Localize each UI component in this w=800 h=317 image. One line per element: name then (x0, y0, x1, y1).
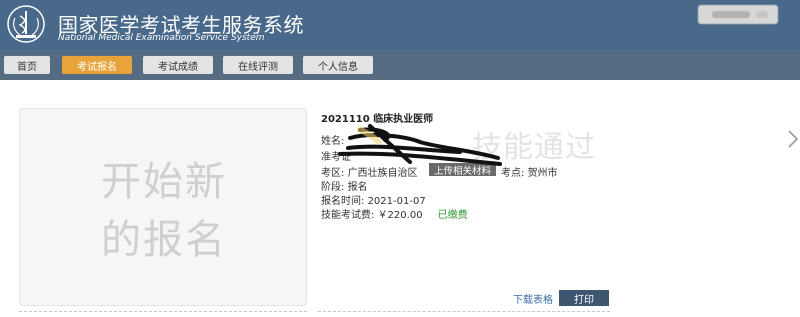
blurred-user-action (756, 11, 768, 18)
medical-exam-emblem-icon (7, 5, 45, 43)
stage-row: 阶段: 报名 (321, 178, 368, 193)
site-header: 国家医学考试考生服务系统 National Medical Examinatio… (0, 0, 800, 50)
new-registration-card[interactable]: 开始新 的报名 (19, 108, 307, 306)
new-registration-line2: 的报名 (101, 217, 227, 263)
region-row: 考区: 广西壮族自治区 (321, 164, 418, 179)
exam-title: 2021110 临床执业医师 (321, 114, 434, 125)
fee-paid-status: 已缴费 (437, 210, 468, 221)
fee-label: 技能考试费: (321, 210, 375, 221)
site-value: 贺州市 (527, 168, 558, 179)
print-button[interactable]: 打印 (559, 290, 609, 306)
chevron-right-icon[interactable] (786, 128, 800, 150)
nav-exam-scores[interactable]: 考试成绩 (143, 56, 213, 74)
reg-time-row: 报名时间: 2021-01-07 (321, 192, 426, 207)
nav-personal-info[interactable]: 个人信息 (303, 56, 373, 74)
site-label: 考点: (501, 168, 525, 179)
nav-online-assessment[interactable]: 在线评测 (223, 56, 293, 74)
main-nav: 首页 考试报名 考试成绩 在线评测 个人信息 (0, 50, 800, 80)
fee-row: 技能考试费: ￥220.00 已缴费 (321, 206, 468, 221)
site-subtitle: National Medical Examination Service Sys… (58, 33, 265, 43)
new-registration-label: 开始新 的报名 (70, 153, 258, 269)
card-divider-left (19, 311, 307, 312)
user-account-blurred[interactable] (698, 5, 778, 24)
new-registration-line1: 开始新 (101, 159, 227, 205)
fee-value: ￥220.00 (377, 210, 423, 221)
download-form-link[interactable]: 下载表格 (513, 291, 553, 306)
site-row: 考点: 贺州市 (501, 164, 558, 179)
card-divider-right (318, 311, 610, 312)
blurred-username (712, 11, 750, 18)
page: 国家医学考试考生服务系统 National Medical Examinatio… (0, 0, 800, 317)
nav-exam-registration[interactable]: 考试报名 (62, 56, 132, 74)
redaction-scribble (338, 124, 502, 166)
nav-home[interactable]: 首页 (4, 56, 50, 74)
